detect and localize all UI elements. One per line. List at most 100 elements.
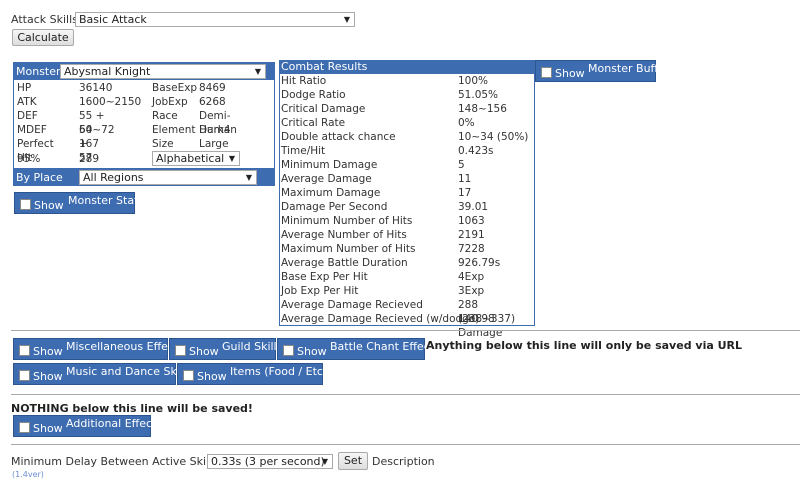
music-dance-toggle[interactable]: Show Music and Dance Skills (13, 363, 192, 385)
combat-row: Average Damage 11 (280, 172, 534, 186)
combat-key: Job Exp Per Hit (281, 285, 359, 297)
attack-skills-select[interactable]: Basic Attack ▼ (75, 12, 355, 27)
divider (11, 394, 800, 395)
combat-key: Double attack chance (281, 131, 396, 143)
stat-value: Dark4 (199, 124, 231, 136)
combat-row: Maximum Damage 17 (280, 186, 534, 200)
combat-value: 10~34 (50%) (458, 131, 529, 143)
toggle-label: Monster State (68, 194, 146, 207)
combat-value: 39.01 (458, 201, 489, 213)
stat-key: HP (17, 82, 32, 94)
combat-key: Time/Hit (281, 145, 326, 157)
version-label: (1.4ver) (12, 470, 44, 479)
show-label: Show (297, 345, 327, 358)
monster-value: Abysmal Knight (64, 65, 151, 78)
combat-row: Critical Damage 148~156 (280, 102, 534, 116)
checkbox[interactable] (19, 345, 30, 356)
checkbox[interactable] (20, 199, 31, 210)
divider (11, 444, 800, 445)
items-food-toggle[interactable]: Show Items (Food / Etc.) (177, 363, 331, 385)
combat-key: Base Exp Per Hit (281, 271, 368, 283)
attack-skills-value: Basic Attack (79, 13, 147, 26)
sort-value: Alphabetical (156, 152, 225, 165)
set-button[interactable]: Set (338, 452, 368, 470)
combat-value: 11 (458, 173, 472, 185)
show-label: Show (189, 345, 219, 358)
url-save-note: Anything below this line will only be sa… (426, 339, 742, 352)
combat-row: Critical Rate 0% (280, 116, 534, 130)
show-label: Show (33, 345, 63, 358)
monster-buffs-toggle[interactable]: Show Monster Buffs (535, 60, 664, 82)
combat-value: 3Exp (458, 285, 485, 297)
combat-key: Average Damage (281, 173, 372, 185)
combat-row: Base Exp Per Hit 4Exp (280, 270, 534, 284)
stat-value: 1600~2150 (79, 96, 142, 108)
additional-effects-toggle[interactable]: Show Additional Effects (13, 415, 162, 437)
stat-key: Element (152, 124, 196, 136)
stat-value: 36140 (79, 82, 113, 94)
battle-chant-toggle[interactable]: Show Battle Chant Effects (277, 338, 440, 360)
description-link[interactable]: Description (372, 455, 435, 468)
stat-key: Race (152, 110, 178, 122)
combat-key: Dodge Ratio (281, 89, 346, 101)
monster-select[interactable]: Abysmal Knight ▼ (60, 64, 266, 79)
checkbox[interactable] (541, 67, 552, 78)
toggle-label: Additional Effects (66, 417, 163, 430)
show-label: Show (33, 422, 63, 435)
combat-value: 0% (458, 117, 475, 129)
combat-row: Hit Ratio 100% (280, 74, 534, 88)
combat-row: Minimum Damage 5 (280, 158, 534, 172)
combat-key: Critical Damage (281, 103, 366, 115)
checkbox[interactable] (183, 370, 194, 381)
show-label: Show (197, 370, 227, 383)
sort-select[interactable]: Alphabetical ▼ (152, 151, 240, 166)
combat-value: 17 (458, 187, 472, 199)
checkbox[interactable] (19, 370, 30, 381)
calculate-button[interactable]: Calculate (12, 29, 74, 46)
toggle-label: Miscellaneous Effects (66, 340, 185, 353)
combat-value: 5 (458, 159, 465, 171)
chevron-down-icon: ▼ (343, 15, 350, 24)
show-label: Show (33, 370, 63, 383)
chevron-down-icon: ▼ (321, 457, 328, 466)
chevron-down-icon: ▼ (228, 154, 235, 163)
combat-key: Average Damage Recieved (w/dodge) (281, 313, 480, 325)
misc-effects-toggle[interactable]: Show Miscellaneous Effects (13, 338, 184, 360)
toggle-label: Items (Food / Etc.) (230, 365, 331, 378)
combat-value: 0.423s (458, 145, 494, 157)
combat-key: Maximum Number of Hits (281, 243, 416, 255)
stat-key: DEF (17, 110, 38, 122)
combat-key: Damage Per Second (281, 201, 388, 213)
region-value: All Regions (83, 171, 144, 184)
toggle-label: Guild Skills (222, 340, 283, 353)
delay-label: Minimum Delay Between Active Skills (11, 455, 218, 468)
show-label: Show (555, 67, 585, 80)
combat-value: 2191 (458, 229, 485, 241)
checkbox[interactable] (19, 422, 30, 433)
combat-value: 7228 (458, 243, 485, 255)
combat-row: Dodge Ratio 51.05% (280, 88, 534, 102)
delay-select[interactable]: 0.33s (3 per second) ▼ (207, 454, 333, 469)
combat-row: Average Battle Duration 926.79s (280, 256, 534, 270)
stat-key: JobExp (152, 96, 188, 108)
checkbox[interactable] (175, 345, 186, 356)
toggle-label: Battle Chant Effects (330, 340, 440, 353)
combat-value: 100% (458, 75, 489, 87)
combat-row: Time/Hit 0.423s (280, 144, 534, 158)
combat-key: Average Damage Recieved (281, 299, 423, 311)
combat-results-title: Combat Results (281, 60, 368, 73)
guild-skills-toggle[interactable]: Show Guild Skills (169, 338, 282, 360)
combat-row: Average Damage Recieved (w/dodge) 140.98 … (280, 312, 534, 339)
toggle-label: Music and Dance Skills (66, 365, 192, 378)
delay-value: 0.33s (3 per second) (211, 455, 325, 468)
combat-value: 140.98 Damage (458, 313, 503, 339)
stat-key: MDEF (17, 124, 47, 136)
region-select[interactable]: All Regions ▼ (79, 170, 257, 185)
combat-row: Minimum Number of Hits 1063 (280, 214, 534, 228)
combat-value: 4Exp (458, 271, 485, 283)
combat-row: Damage Per Second 39.01 (280, 200, 534, 214)
stat-value: 8469 (199, 82, 226, 94)
monster-state-toggle[interactable]: Show Monster State (14, 192, 145, 214)
combat-key: Minimum Damage (281, 159, 378, 171)
checkbox[interactable] (283, 345, 294, 356)
